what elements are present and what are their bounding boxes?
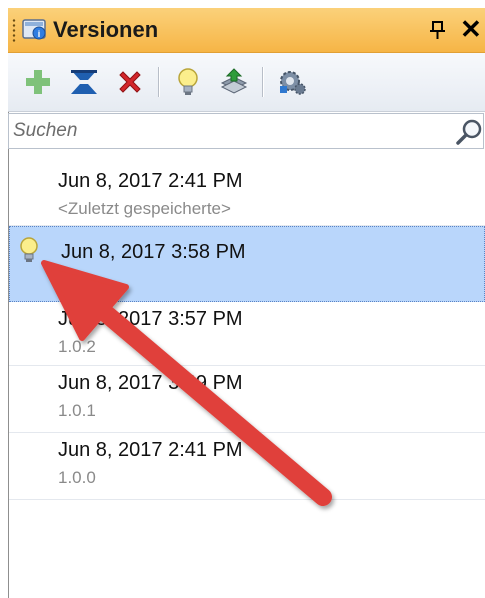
settings-icon	[280, 71, 306, 95]
version-item[interactable]: Jun 8, 2017 3:57 PM 1.0.2	[9, 302, 485, 366]
svg-text:i: i	[38, 29, 41, 39]
pin-icon[interactable]	[428, 18, 448, 42]
restore-button[interactable]	[216, 64, 252, 100]
row-divider	[9, 499, 485, 500]
delete-button[interactable]	[112, 64, 148, 100]
search-box	[8, 113, 484, 149]
merge-button[interactable]	[66, 64, 102, 100]
search-input[interactable]	[9, 114, 443, 148]
version-date: Jun 8, 2017 3:58 PM	[61, 241, 246, 263]
lightbulb-icon	[178, 68, 198, 95]
close-icon[interactable]: ✕	[460, 14, 482, 44]
toolbar-separator	[262, 67, 264, 97]
version-label: 1.0.3	[61, 273, 99, 292]
version-list: Jun 8, 2017 2:41 PM <Zuletzt gespeichert…	[9, 152, 485, 598]
version-date: Jun 8, 2017 3:49 PM	[58, 372, 243, 394]
version-date: Jun 8, 2017 2:41 PM	[58, 439, 243, 461]
version-item[interactable]: Jun 8, 2017 2:41 PM 1.0.0	[9, 433, 485, 497]
version-label: 1.0.1	[58, 401, 96, 420]
version-item[interactable]: Jun 8, 2017 3:49 PM 1.0.1	[9, 366, 485, 430]
version-label: 1.0.0	[58, 468, 96, 487]
version-label: 1.0.2	[58, 337, 96, 356]
settings-button[interactable]	[274, 64, 310, 100]
toolbar-separator	[158, 67, 160, 97]
versions-panel: i Versionen ✕ Suchen Jun 8, 2017 2:41 PM…	[0, 0, 485, 598]
version-date: Jun 8, 2017 3:57 PM	[58, 308, 243, 330]
version-item-selected[interactable]: Jun 8, 2017 3:58 PM 1.0.3	[9, 226, 485, 302]
add-version-button[interactable]	[20, 64, 56, 100]
lightbulb-icon	[20, 237, 38, 262]
toolbar	[8, 53, 485, 112]
restore-icon	[220, 68, 248, 94]
panel-title: Versionen	[53, 17, 159, 42]
drag-grip-icon[interactable]	[12, 18, 16, 44]
delete-icon	[119, 71, 141, 93]
mark-button[interactable]	[170, 64, 206, 100]
add-icon	[26, 70, 50, 94]
version-date: Jun 8, 2017 2:41 PM	[58, 170, 243, 192]
title-bar[interactable]: i Versionen ✕	[8, 8, 485, 53]
version-label: <Zuletzt gespeicherte>	[58, 199, 231, 218]
version-item[interactable]: Jun 8, 2017 2:41 PM <Zuletzt gespeichert…	[9, 152, 485, 218]
search-icon[interactable]	[455, 118, 483, 146]
versions-app-icon: i	[22, 19, 46, 40]
merge-icon	[71, 70, 97, 94]
